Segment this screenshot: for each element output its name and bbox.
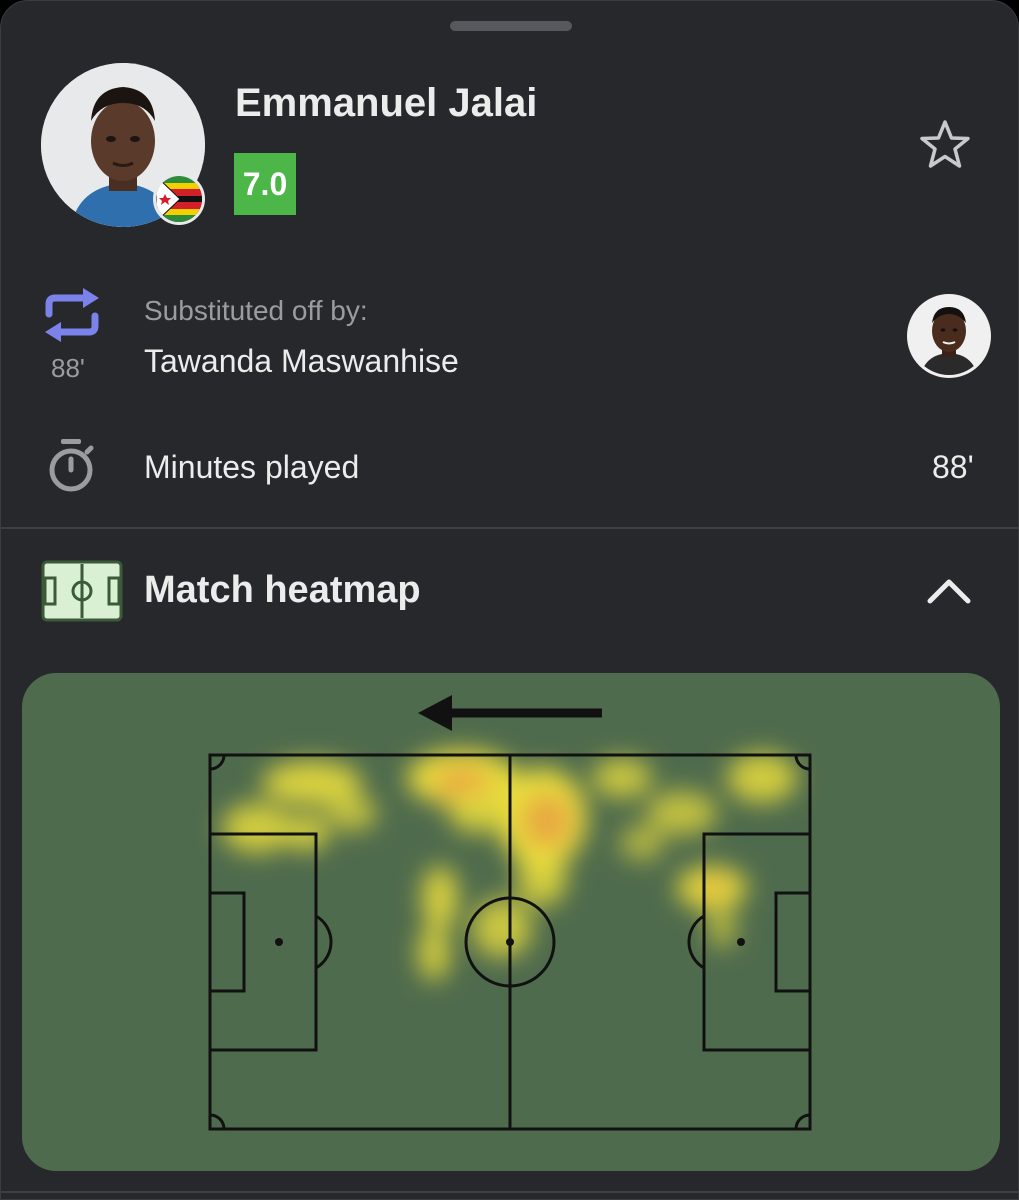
- minutes-played-label: Minutes played: [144, 449, 360, 485]
- section-divider: [1, 527, 1019, 529]
- minutes-played-value: 88': [932, 449, 974, 485]
- stopwatch-icon: [46, 437, 96, 495]
- heatmap-title: Match heatmap: [144, 569, 421, 611]
- substitution-label: Substituted off by:: [144, 295, 368, 326]
- substitution-icon: [41, 286, 103, 344]
- chevron-up-icon[interactable]: [919, 571, 979, 611]
- player-sheet: Emmanuel Jalai 7.0 88' Substituted off b…: [0, 0, 1019, 1200]
- heatmap-pitch: [22, 673, 1000, 1171]
- star-outline-icon[interactable]: [915, 116, 975, 176]
- substitute-player-avatar[interactable]: [907, 294, 991, 378]
- attack-direction-arrow-icon: [418, 695, 602, 731]
- drag-handle[interactable]: [450, 21, 572, 31]
- substitution-minute: 88': [51, 353, 85, 383]
- substitute-player-name[interactable]: Tawanda Maswanhise: [144, 343, 459, 380]
- pitch-icon: [41, 560, 123, 622]
- player-avatar: [41, 63, 205, 227]
- player-name: Emmanuel Jalai: [235, 81, 538, 125]
- player-rating-badge: 7.0: [234, 153, 296, 215]
- bottom-divider: [1, 1191, 1019, 1193]
- zimbabwe-flag-icon: [153, 173, 205, 225]
